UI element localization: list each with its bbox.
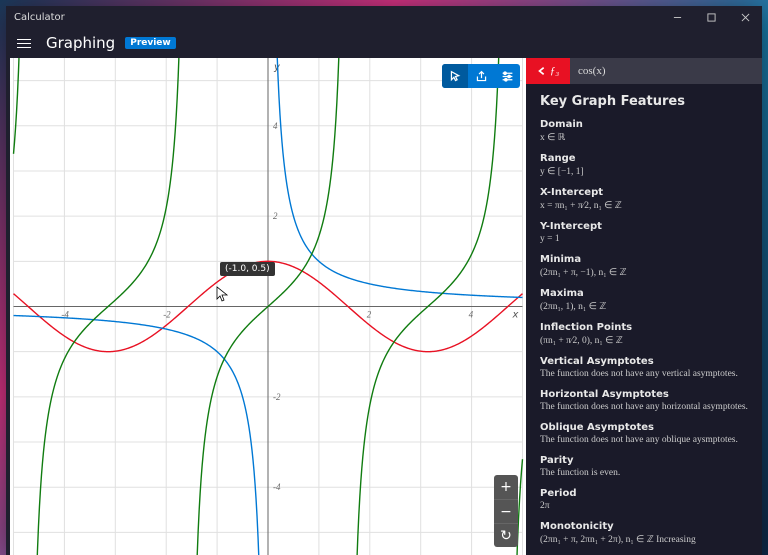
feature-value: The function does not have any vertical … xyxy=(540,369,748,379)
feature-value: x = πn₁ + π⁄2, n₁ ∈ ℤ xyxy=(540,200,748,211)
graph-svg: -4-224-4-224xy xyxy=(10,58,526,555)
maximize-button[interactable] xyxy=(694,6,728,28)
feature-item: Inflection Points (πn₁ + π⁄2, 0), n₁ ∈ ℤ xyxy=(540,322,748,346)
features-list[interactable]: Key Graph Features Domain x ∈ ℝ Range y ∈ [… xyxy=(526,84,762,555)
graph-zoom-controls: + − ↻ xyxy=(494,475,518,547)
zoom-out-button[interactable]: − xyxy=(494,499,518,523)
zoom-in-button[interactable]: + xyxy=(494,475,518,499)
minimize-button[interactable] xyxy=(660,6,694,28)
share-button[interactable] xyxy=(468,64,494,88)
window-title: Calculator xyxy=(14,12,65,23)
feature-title: Vertical Asymptotes xyxy=(540,356,748,367)
feature-value: (2πn₁ + π, 2πn₁ + 2π), n₁ ∈ ℤ Increasing xyxy=(540,534,748,545)
feature-value: (πn₁ + π⁄2, 0), n₁ ∈ ℤ xyxy=(540,335,748,346)
feature-value: The function is even. xyxy=(540,468,748,478)
feature-item: Period 2π xyxy=(540,488,748,511)
zoom-reset-button[interactable]: ↻ xyxy=(494,523,518,547)
feature-value: x ∈ ℝ xyxy=(540,132,748,143)
feature-item: Domain x ∈ ℝ xyxy=(540,119,748,143)
mode-title: Graphing xyxy=(46,34,115,52)
svg-text:-2: -2 xyxy=(163,309,171,319)
graph-tools-top xyxy=(442,64,520,88)
feature-title: Parity xyxy=(540,455,748,466)
feature-title: Maxima xyxy=(540,288,748,299)
menu-icon[interactable] xyxy=(12,31,36,55)
feature-title: Period xyxy=(540,488,748,499)
feature-item: Vertical Asymptotes The function does not… xyxy=(540,356,748,379)
feature-item: Y-Intercept y = 1 xyxy=(540,221,748,244)
feature-value: y ∈ [−1, 1] xyxy=(540,166,748,177)
function-label: ƒ₃ xyxy=(550,65,559,77)
feature-item: Maxima (2πn₁, 1), n₁ ∈ ℤ xyxy=(540,288,748,312)
titlebar: Calculator xyxy=(6,6,762,28)
svg-text:2: 2 xyxy=(367,309,372,319)
feature-value: (2πn₁, 1), n₁ ∈ ℤ xyxy=(540,301,748,312)
graph-options-button[interactable] xyxy=(494,64,520,88)
feature-item: Parity The function is even. xyxy=(540,455,748,478)
app-window: Calculator Graphing Preview -4-224-4-224… xyxy=(6,6,762,555)
trace-tooltip: (-1.0, 0.5) xyxy=(220,262,275,276)
back-button[interactable]: ƒ₃ xyxy=(526,58,570,84)
feature-item: Oblique Asymptotes The function does not … xyxy=(540,422,748,445)
feature-title: Oblique Asymptotes xyxy=(540,422,748,433)
analysis-panel: ƒ₃ cos(x) Key Graph Features Domain x ∈ ℝ… xyxy=(526,58,762,555)
svg-text:-2: -2 xyxy=(273,392,281,402)
cursor-icon xyxy=(216,286,228,302)
svg-text:x: x xyxy=(512,309,519,320)
feature-item: Range y ∈ [−1, 1] xyxy=(540,153,748,177)
feature-title: Minima xyxy=(540,254,748,265)
feature-title: Horizontal Asymptotes xyxy=(540,389,748,400)
feature-item: Monotonicity (2πn₁ + π, 2πn₁ + 2π), n₁ ∈ … xyxy=(540,521,748,545)
feature-value: y = 1 xyxy=(540,234,748,244)
toolbar: Graphing Preview xyxy=(6,28,762,58)
svg-text:4: 4 xyxy=(273,121,278,131)
feature-item: Minima (2πn₁ + π, −1), n₁ ∈ ℤ xyxy=(540,254,748,278)
function-expression: cos(x) xyxy=(570,58,762,84)
feature-title: Y-Intercept xyxy=(540,221,748,232)
svg-text:2: 2 xyxy=(273,211,278,221)
feature-title: Monotonicity xyxy=(540,521,748,532)
feature-item: Horizontal Asymptotes The function does n… xyxy=(540,389,748,412)
feature-item: X-Intercept x = πn₁ + π⁄2, n₁ ∈ ℤ xyxy=(540,187,748,211)
pointer-tool-button[interactable] xyxy=(442,64,468,88)
feature-value: 2π xyxy=(540,501,748,511)
feature-title: Range xyxy=(540,153,748,164)
feature-title: X-Intercept xyxy=(540,187,748,198)
feature-value: The function does not have any horizonta… xyxy=(540,402,748,412)
graph-canvas[interactable]: -4-224-4-224xy + − ↻ (-1.0, 0.5) xyxy=(10,58,526,555)
svg-text:-4: -4 xyxy=(273,482,281,492)
features-title: Key Graph Features xyxy=(540,94,748,109)
feature-title: Inflection Points xyxy=(540,322,748,333)
feature-value: (2πn₁ + π, −1), n₁ ∈ ℤ xyxy=(540,267,748,278)
preview-badge: Preview xyxy=(125,37,176,49)
svg-text:4: 4 xyxy=(469,309,474,319)
feature-value: The function does not have any oblique a… xyxy=(540,435,748,445)
feature-title: Domain xyxy=(540,119,748,130)
close-button[interactable] xyxy=(728,6,762,28)
